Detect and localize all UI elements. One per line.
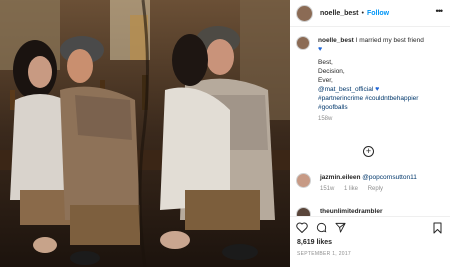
caption-hashtags-2[interactable]: #goofballs — [318, 103, 443, 112]
comment-reply-button[interactable]: Reply — [368, 186, 383, 192]
caption-hashtags-1[interactable]: #partnerincrime #couldntbehappier — [318, 94, 443, 103]
caption-line-3: Ever, — [318, 77, 333, 84]
more-options-icon[interactable]: ••• — [436, 7, 444, 16]
post-sidebar: noelle_best • Follow ••• noelle_best I m… — [290, 0, 450, 268]
comment-mention[interactable]: @popcornsutton11 — [362, 174, 417, 181]
blue-heart-icon-2: ♥ — [375, 86, 380, 93]
separator-dot: • — [361, 9, 364, 17]
caption-avatar[interactable] — [296, 36, 310, 50]
likes-count[interactable]: 8,619 likes — [297, 239, 332, 246]
post-photo[interactable] — [0, 0, 290, 267]
post-header: noelle_best • Follow ••• — [290, 0, 450, 27]
caption-timestamp[interactable]: 158w — [318, 115, 443, 124]
post-caption: noelle_best I married my best friend ♥ B… — [296, 36, 446, 124]
commenter-avatar[interactable] — [296, 173, 311, 188]
comment-time[interactable]: 151w — [320, 186, 334, 192]
post-actions: 8,619 likes SEPTEMBER 1, 2017 — [290, 216, 450, 268]
caption-text: noelle_best I married my best friend ♥ B… — [318, 36, 443, 124]
share-icon[interactable] — [335, 222, 346, 233]
load-more-comments-icon[interactable]: + — [363, 146, 374, 157]
couple-photo — [0, 0, 290, 267]
comment-icon[interactable] — [316, 222, 327, 233]
follow-button[interactable]: Follow — [367, 10, 389, 17]
caption-line-2: Decision, — [318, 68, 345, 75]
comment-text: theunlimitedrambler — [320, 207, 382, 216]
post-date: SEPTEMBER 1, 2017 — [297, 251, 352, 257]
comment-text: jazmin.eileen @popcornsutton11 151w 1 li… — [320, 173, 417, 194]
comment-meta: 151w 1 like Reply — [320, 185, 417, 194]
commenter-avatar[interactable] — [296, 207, 311, 216]
comment-username[interactable]: jazmin.eileen — [320, 174, 360, 181]
caption-mention[interactable]: @mat_best_official — [318, 86, 373, 93]
comment-likes[interactable]: 1 like — [344, 186, 358, 192]
comment-item: theunlimitedrambler — [296, 207, 446, 216]
caption-line-1: Best, — [318, 59, 333, 66]
bookmark-icon[interactable] — [433, 222, 442, 234]
comment-item: jazmin.eileen @popcornsutton11 151w 1 li… — [296, 173, 446, 194]
heart-icon[interactable] — [296, 222, 308, 233]
caption-body: I married my best friend — [355, 37, 424, 44]
blue-heart-icon: ♥ — [318, 46, 323, 53]
instagram-post: noelle_best • Follow ••• noelle_best I m… — [0, 0, 450, 268]
comment-username[interactable]: theunlimitedrambler — [320, 208, 382, 215]
author-avatar[interactable] — [296, 4, 313, 22]
caption-username[interactable]: noelle_best — [318, 37, 354, 44]
author-username[interactable]: noelle_best — [320, 10, 359, 17]
